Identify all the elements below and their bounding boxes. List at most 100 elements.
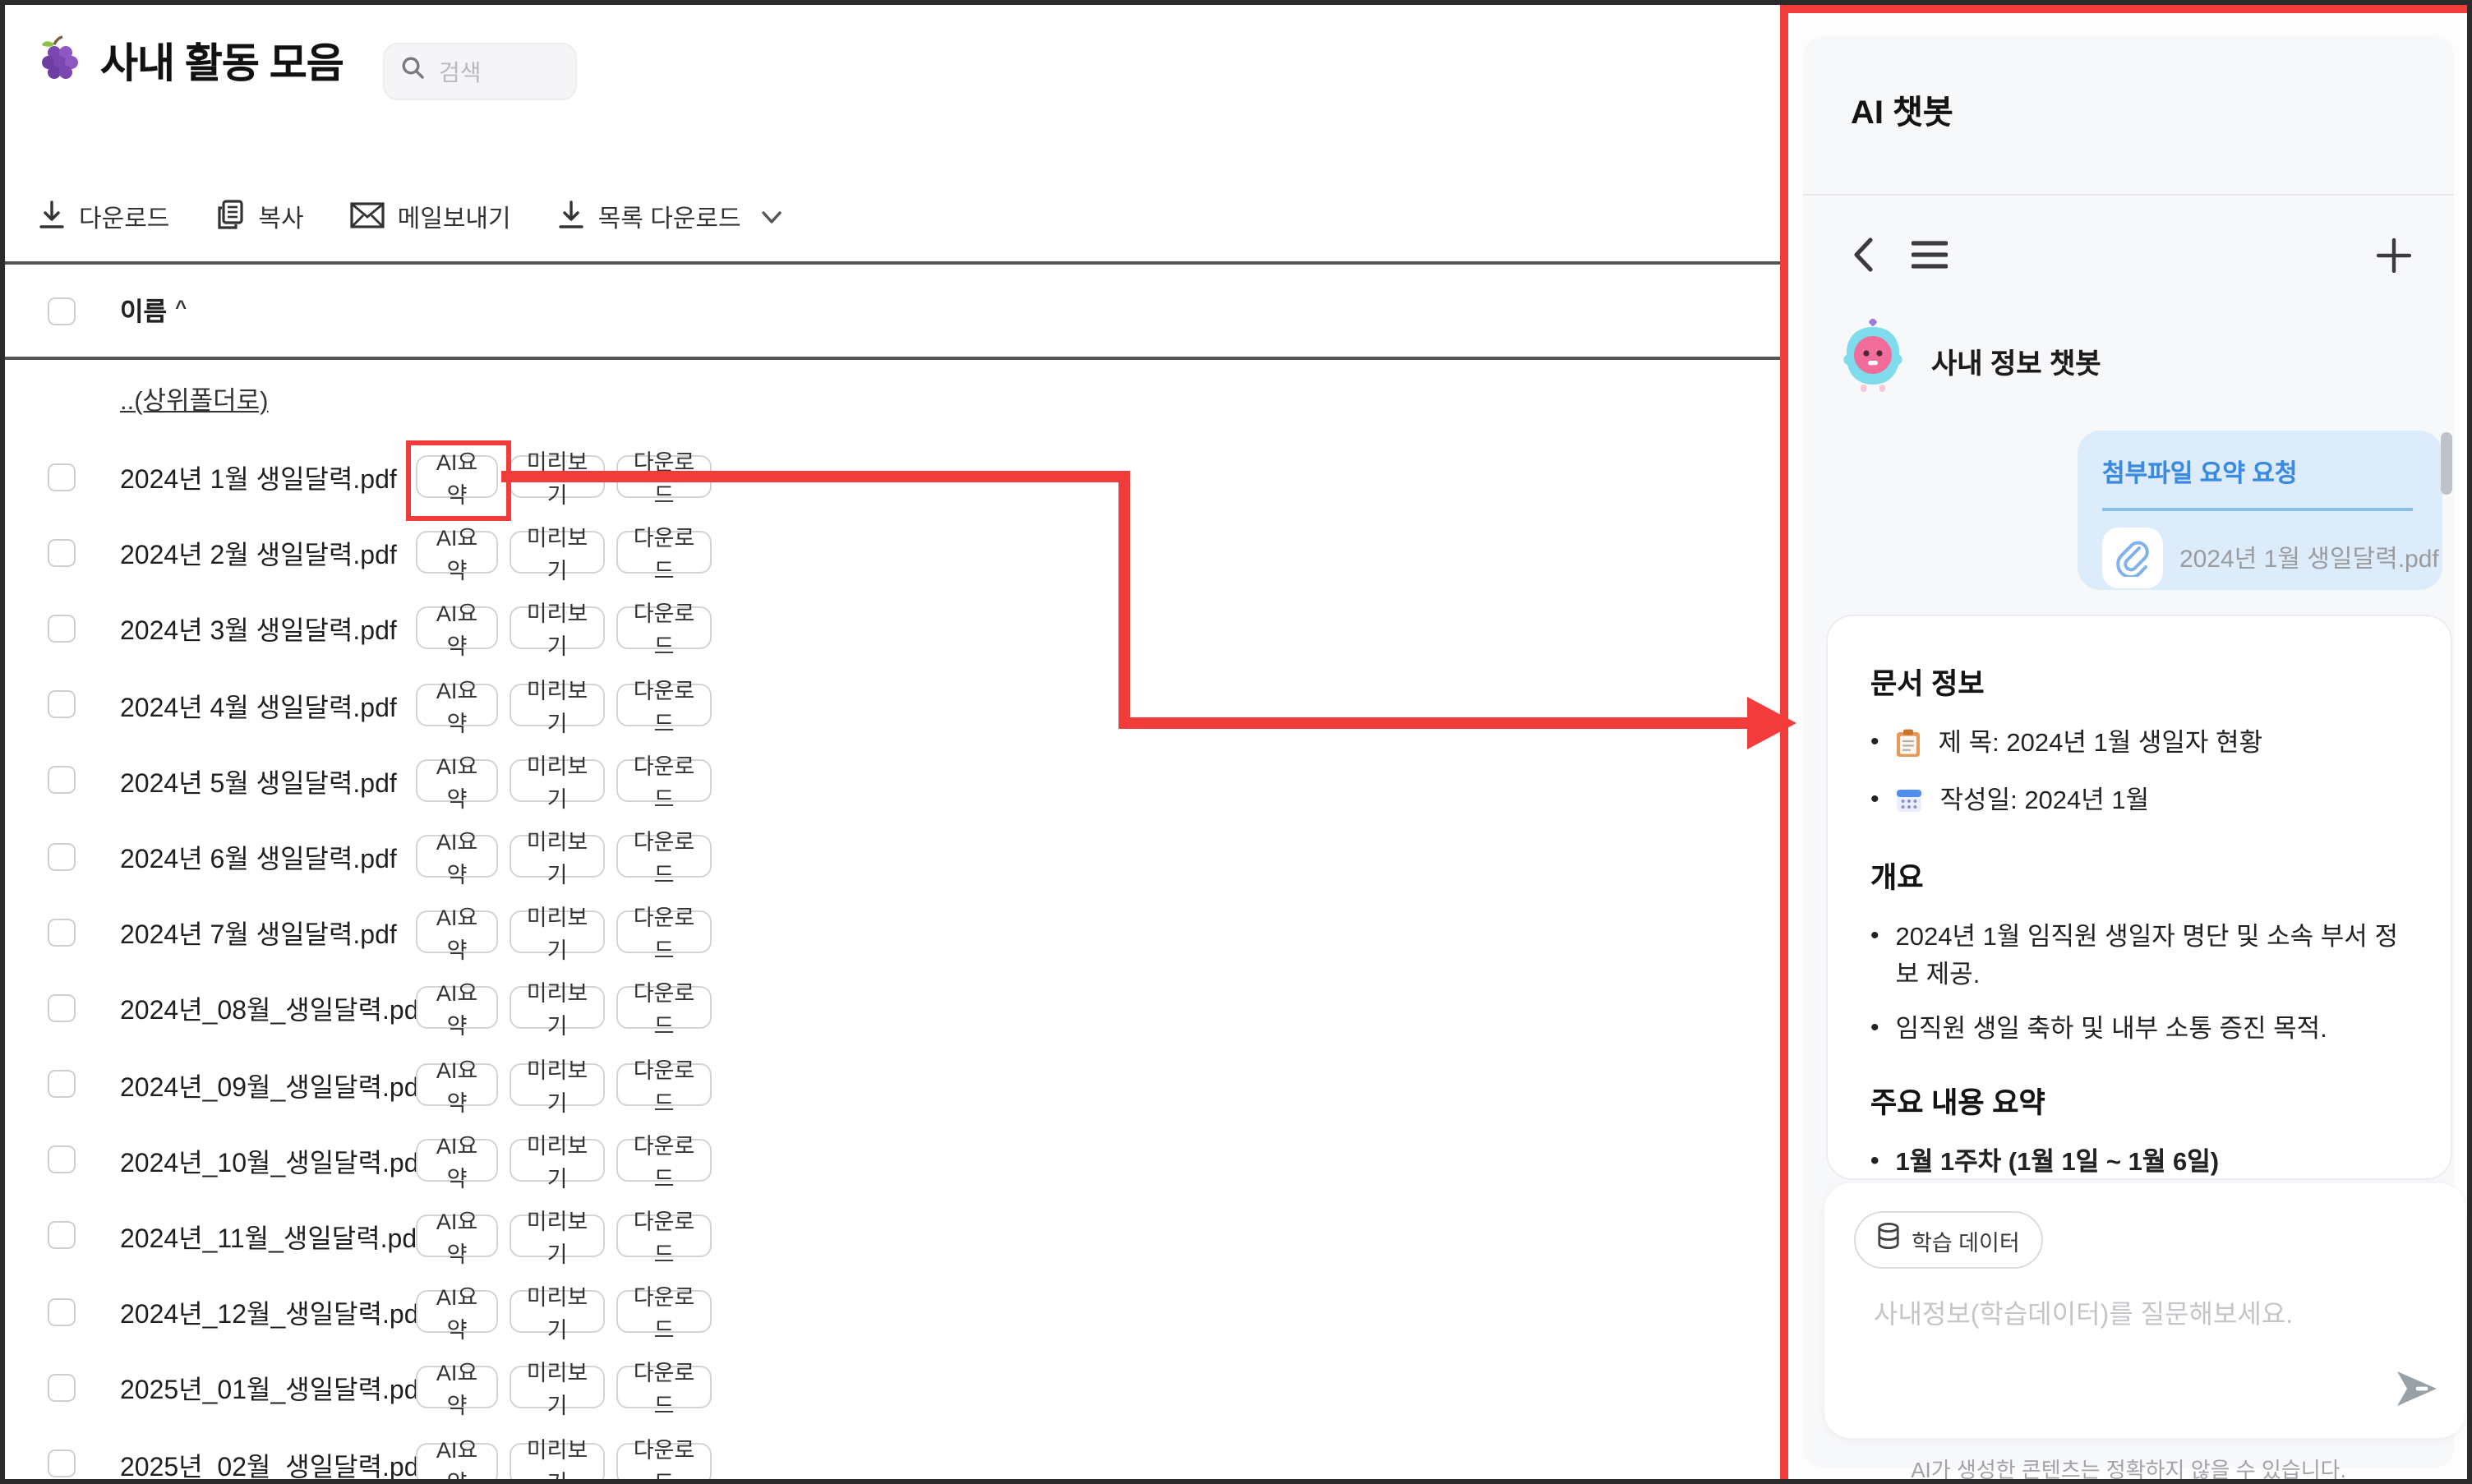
bullet-dot: • xyxy=(1870,783,1879,820)
bot-bullet: •제 목: 2024년 1월 생일자 현황 xyxy=(1870,725,2408,767)
bullet-text: 1월 1주차 (1월 1일 ~ 1월 6일) xyxy=(1896,1145,2220,1181)
attachment[interactable]: 2024년 1월 생일달력.pdf xyxy=(2102,527,2419,588)
preview-button[interactable]: 미리보기 xyxy=(510,910,605,953)
training-data-chip[interactable]: 학습 데이터 xyxy=(1854,1211,2043,1269)
row-checkbox[interactable] xyxy=(48,1222,76,1250)
file-name: 2025년_02월_생일달력.pdf xyxy=(120,1444,403,1479)
row-actions: AI요약 미리보기 다운로드 xyxy=(416,1139,712,1182)
row-actions: AI요약 미리보기 다운로드 xyxy=(416,532,712,574)
preview-button[interactable]: 미리보기 xyxy=(510,1062,605,1105)
send-mail-button[interactable]: 메일보내기 xyxy=(350,200,511,235)
download-file-button[interactable]: 다운로드 xyxy=(616,759,712,802)
preview-button[interactable]: 미리보기 xyxy=(510,1214,605,1257)
select-all-checkbox[interactable] xyxy=(48,297,76,325)
row-checkbox[interactable] xyxy=(48,539,76,567)
row-checkbox[interactable] xyxy=(48,842,76,870)
row-checkbox[interactable] xyxy=(48,463,76,491)
download-file-button[interactable]: 다운로드 xyxy=(616,1290,712,1333)
download-file-button[interactable]: 다운로드 xyxy=(616,683,712,726)
ai-summary-button[interactable]: AI요약 xyxy=(416,1290,498,1333)
ai-summary-button[interactable]: AI요약 xyxy=(416,1366,498,1409)
send-icon[interactable] xyxy=(2395,1369,2439,1417)
preview-button[interactable]: 미리보기 xyxy=(510,1366,605,1409)
file-name: 2025년_01월_생일달력.pdf xyxy=(120,1368,403,1408)
download-file-button[interactable]: 다운로드 xyxy=(616,1214,712,1257)
bullet-text: 제 목: 2024년 1월 생일자 현황 xyxy=(1939,725,2263,763)
download-file-button[interactable]: 다운로드 xyxy=(616,835,712,878)
ai-summary-button[interactable]: AI요약 xyxy=(416,1442,498,1479)
row-checkbox[interactable] xyxy=(48,1297,76,1325)
parent-folder-link[interactable]: ..(상위폴더로) xyxy=(120,381,269,417)
download-file-button[interactable]: 다운로드 xyxy=(616,455,712,498)
row-checkbox[interactable] xyxy=(48,918,76,946)
list-download-button[interactable]: 목록 다운로드 xyxy=(557,200,782,236)
copy-button[interactable]: 복사 xyxy=(215,199,303,237)
ai-summary-button[interactable]: AI요약 xyxy=(416,683,498,726)
search-input[interactable] xyxy=(436,57,557,86)
ai-summary-button[interactable]: AI요약 xyxy=(416,1062,498,1105)
download-file-button[interactable]: 다운로드 xyxy=(616,607,712,650)
screenshot-stage: 사내 활동 모음 다운로드 복사 메일보내기 목록 다운로드 xyxy=(0,0,2472,1484)
row-checkbox[interactable] xyxy=(48,1374,76,1402)
preview-button[interactable]: 미리보기 xyxy=(510,607,605,650)
row-checkbox[interactable] xyxy=(48,994,76,1022)
row-actions: AI요약 미리보기 다운로드 xyxy=(416,987,712,1030)
row-actions: AI요약 미리보기 다운로드 xyxy=(416,1290,712,1333)
preview-button[interactable]: 미리보기 xyxy=(510,1139,605,1182)
preview-button[interactable]: 미리보기 xyxy=(510,532,605,574)
table-row: 2025년_02월_생일달력.pdf AI요약 미리보기 다운로드 xyxy=(5,1426,1780,1479)
ai-summary-button[interactable]: AI요약 xyxy=(416,607,498,650)
ai-summary-button[interactable]: AI요약 xyxy=(416,910,498,953)
download-file-button[interactable]: 다운로드 xyxy=(616,1139,712,1182)
download-file-button[interactable]: 다운로드 xyxy=(616,1442,712,1479)
row-checkbox[interactable] xyxy=(48,1070,76,1098)
chat-scrollbar-thumb[interactable] xyxy=(2441,432,2452,495)
search-box[interactable] xyxy=(383,43,577,100)
row-checkbox[interactable] xyxy=(48,767,76,795)
ai-summary-button[interactable]: AI요약 xyxy=(416,987,498,1030)
plus-icon[interactable] xyxy=(2377,237,2411,272)
row-checkbox[interactable] xyxy=(48,1146,76,1174)
ai-summary-button[interactable]: AI요약 xyxy=(416,532,498,574)
row-checkbox[interactable] xyxy=(48,690,76,718)
download-button[interactable]: 다운로드 xyxy=(38,200,169,236)
preview-button[interactable]: 미리보기 xyxy=(510,1442,605,1479)
chevron-down-icon xyxy=(761,204,782,232)
chevron-left-icon[interactable] xyxy=(1851,237,1875,273)
file-name: 2024년_08월_생일달력.pdf xyxy=(120,989,403,1028)
file-name: 2024년 2월 생일달력.pdf xyxy=(120,533,403,573)
preview-button[interactable]: 미리보기 xyxy=(510,759,605,802)
ai-summary-button[interactable]: AI요약 xyxy=(416,1214,498,1257)
chat-input[interactable]: 사내정보(학습데이터)를 질문해보세요. xyxy=(1874,1292,2367,1331)
sort-asc-icon[interactable]: ^ xyxy=(175,296,187,319)
row-actions: AI요약 미리보기 다운로드 xyxy=(416,1442,712,1479)
training-data-chip-label: 학습 데이터 xyxy=(1912,1224,2020,1256)
file-name: 2024년 6월 생일달력.pdf xyxy=(120,836,403,876)
hamburger-icon[interactable] xyxy=(1912,240,1948,270)
table-row-parent: ..(상위폴더로) xyxy=(5,360,1780,439)
preview-button[interactable]: 미리보기 xyxy=(510,835,605,878)
preview-button[interactable]: 미리보기 xyxy=(510,1290,605,1333)
preview-button[interactable]: 미리보기 xyxy=(510,455,605,498)
table-row: 2025년_01월_생일달력.pdf AI요약 미리보기 다운로드 xyxy=(5,1350,1780,1426)
ai-summary-button[interactable]: AI요약 xyxy=(416,759,498,802)
bot-section-heading: 주요 내용 요약 xyxy=(1870,1082,2408,1123)
toolbar: 다운로드 복사 메일보내기 목록 다운로드 xyxy=(38,199,782,237)
row-actions: AI요약 미리보기 다운로드 xyxy=(416,1062,712,1105)
bot-identity: 사내 정보 챗봇 xyxy=(1838,319,2101,403)
preview-button[interactable]: 미리보기 xyxy=(510,683,605,726)
download-file-button[interactable]: 다운로드 xyxy=(616,1366,712,1409)
table-row: 2024년_12월_생일달력.pdfAI요약미리보기다운로드 xyxy=(5,1274,1780,1349)
ai-summary-button[interactable]: AI요약 xyxy=(416,1139,498,1182)
table-row: 2024년 1월 생일달력.pdfAI요약미리보기다운로드 xyxy=(5,439,1780,514)
preview-button[interactable]: 미리보기 xyxy=(510,987,605,1030)
row-checkbox[interactable] xyxy=(48,1449,76,1477)
row-checkbox[interactable] xyxy=(48,615,76,643)
download-file-button[interactable]: 다운로드 xyxy=(616,987,712,1030)
download-file-button[interactable]: 다운로드 xyxy=(616,532,712,574)
ai-summary-button[interactable]: AI요약 xyxy=(416,835,498,878)
download-file-button[interactable]: 다운로드 xyxy=(616,1062,712,1105)
robot-avatar xyxy=(1838,319,1908,403)
mail-icon xyxy=(350,201,385,234)
download-file-button[interactable]: 다운로드 xyxy=(616,910,712,953)
